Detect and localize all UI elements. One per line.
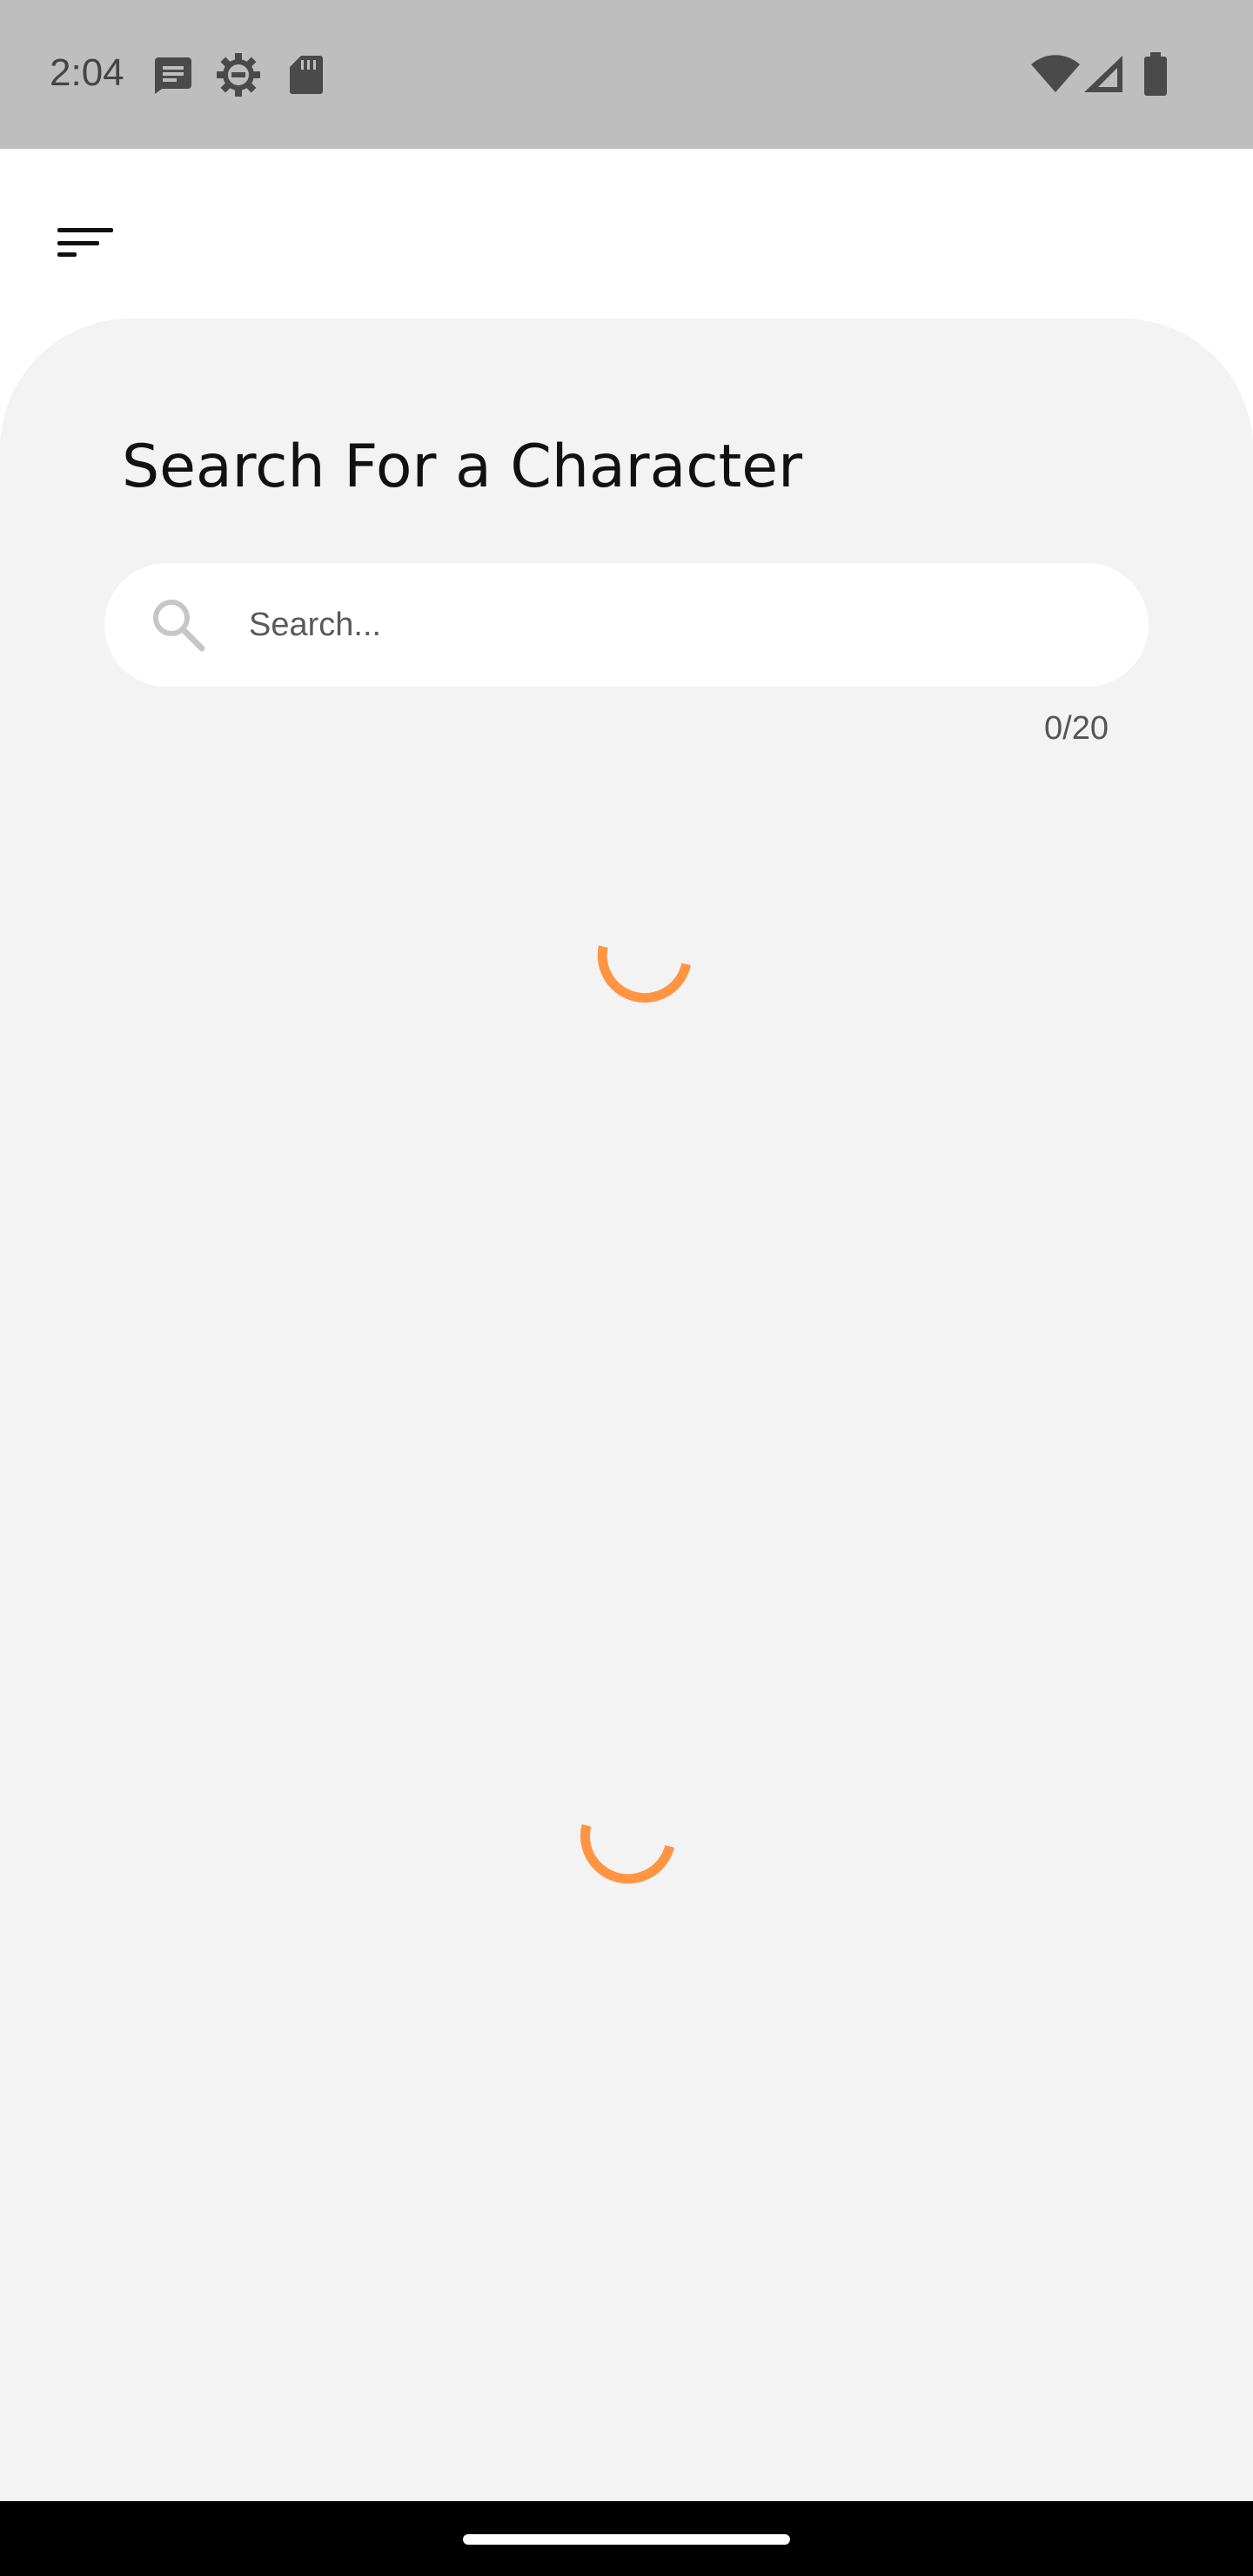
loading-spinner — [580, 1824, 675, 1884]
sd-card-icon — [290, 56, 323, 94]
home-handle[interactable] — [463, 2534, 790, 2545]
loading-spinner — [597, 945, 692, 1003]
menu-button[interactable] — [44, 201, 127, 279]
navigation-bar — [0, 2501, 1253, 2576]
search-input[interactable] — [249, 586, 1110, 664]
battery-icon — [1144, 52, 1167, 96]
sort-menu-icon — [57, 228, 113, 257]
page-title: Search For a Character — [122, 433, 803, 501]
status-bar: 2:04 — [0, 0, 1253, 149]
character-counter: 0/20 — [1044, 710, 1109, 747]
message-icon — [155, 57, 191, 94]
content-panel: Search For a Character 0/20 — [0, 319, 1253, 2501]
cellular-signal-icon — [1084, 56, 1122, 92]
wifi-icon — [1031, 55, 1080, 92]
app-header — [0, 149, 1253, 319]
search-icon — [153, 600, 205, 652]
status-time: 2:04 — [50, 51, 124, 94]
search-box[interactable] — [104, 563, 1149, 687]
settings-gear-icon — [217, 53, 260, 97]
